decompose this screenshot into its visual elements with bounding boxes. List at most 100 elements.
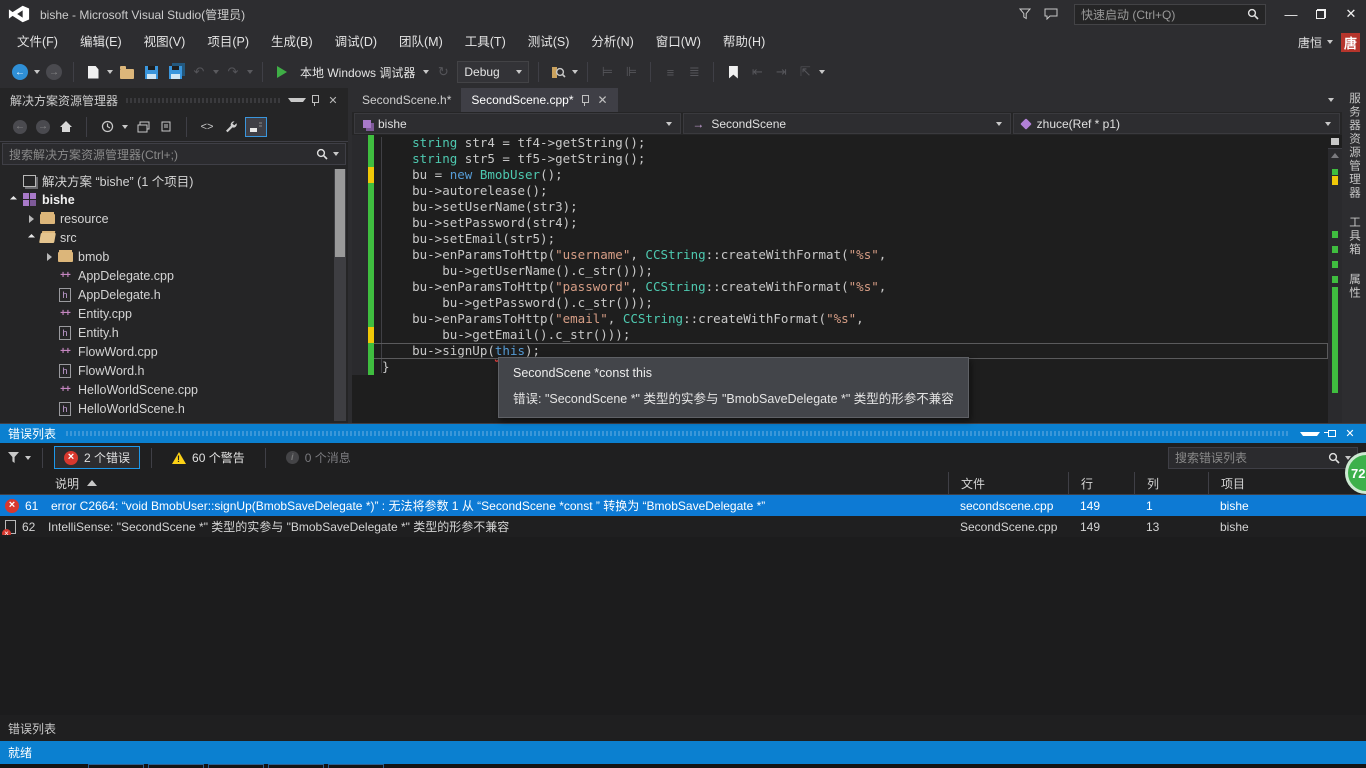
menu-item-F[interactable]: 文件(F)	[6, 31, 69, 53]
scroll-up-icon[interactable]	[1328, 149, 1342, 161]
breakpoint-gutter[interactable]	[352, 151, 368, 167]
tab-error-list[interactable]: 错误列表	[8, 717, 66, 740]
breakpoint-gutter[interactable]	[352, 311, 368, 327]
start-debug-button[interactable]	[272, 61, 292, 83]
scrollbar-thumb[interactable]	[335, 169, 345, 257]
feedback-smiley-icon[interactable]	[1038, 4, 1064, 24]
pin-icon[interactable]	[306, 94, 324, 106]
breakpoint-gutter[interactable]	[352, 295, 368, 311]
tree-item[interactable]: ++FlowWord.cpp	[0, 342, 348, 361]
se-view-code-button[interactable]: <>	[199, 117, 215, 137]
menu-item-P[interactable]: 项目(P)	[196, 31, 260, 53]
se-preview-button[interactable]	[135, 117, 151, 137]
code-line[interactable]: bu = new BmobUser();	[352, 167, 1328, 183]
column-column[interactable]: 列	[1134, 472, 1208, 494]
undo-button[interactable]: ↶	[189, 61, 209, 83]
code-line[interactable]: bu->enParamsToHttp("email", CCString::cr…	[352, 311, 1328, 327]
close-icon[interactable]: ✕	[597, 93, 607, 107]
se-collapse-all-button[interactable]	[245, 117, 267, 137]
minimize-button[interactable]: —	[1276, 3, 1306, 25]
breakpoint-gutter[interactable]	[352, 247, 368, 263]
se-back-button[interactable]: ←	[12, 117, 28, 137]
tab-secondscene-cpp[interactable]: SecondScene.cpp* ✕	[461, 88, 617, 112]
menu-item-E[interactable]: 编辑(E)	[69, 31, 133, 53]
breakpoint-gutter[interactable]	[352, 327, 368, 343]
tree-item[interactable]: resource	[0, 209, 348, 228]
errors-filter-button[interactable]: × 2 个错误	[54, 446, 140, 469]
error-row[interactable]: 62IntelliSense: "SecondScene *" 类型的实参与 "…	[0, 516, 1366, 537]
menu-item-W[interactable]: 窗口(W)	[645, 31, 712, 53]
tree-item[interactable]: src	[0, 228, 348, 247]
comment-button[interactable]: ⊨	[597, 61, 617, 83]
member-dropdown[interactable]: zhuce(Ref * p1)	[1013, 113, 1340, 134]
solution-search-input[interactable]: 搜索解决方案资源管理器(Ctrl+;)	[2, 143, 346, 165]
code-line[interactable]: bu->getPassword().c_str()));	[352, 295, 1328, 311]
breakpoint-gutter[interactable]	[352, 359, 368, 375]
restore-button[interactable]	[1306, 3, 1336, 25]
tree-item[interactable]: hEntity.h	[0, 323, 348, 342]
code-line[interactable]: string str4 = tf4->getString();	[352, 135, 1328, 151]
back-dropdown-icon[interactable]	[34, 70, 40, 74]
side-tab-服务器资源管理器[interactable]: 服务器资源管理器	[1346, 92, 1362, 200]
next-bookmark-button[interactable]: ⇥	[771, 61, 791, 83]
navigate-back-button[interactable]: ←	[10, 61, 30, 83]
decrease-indent-button[interactable]: ≡	[660, 61, 680, 83]
type-dropdown[interactable]: → SecondScene	[683, 113, 1010, 134]
undo-dropdown-icon[interactable]	[213, 70, 219, 74]
uncomment-button[interactable]: ⊫	[621, 61, 641, 83]
signed-in-user[interactable]: 唐恒	[1298, 34, 1333, 51]
column-file[interactable]: 文件	[948, 472, 1068, 494]
column-line[interactable]: 行	[1068, 472, 1134, 494]
project-dropdown[interactable]: bishe	[354, 113, 681, 134]
menu-item-B[interactable]: 生成(B)	[260, 31, 324, 53]
quick-launch-input[interactable]: 快速启动 (Ctrl+Q)	[1074, 4, 1266, 25]
se-properties-button[interactable]	[222, 117, 238, 137]
se-forward-button[interactable]: →	[35, 117, 51, 137]
feedback-filter-icon[interactable]	[1012, 4, 1038, 24]
column-project[interactable]: 项目	[1208, 472, 1366, 494]
code-line[interactable]: string str5 = tf5->getString();	[352, 151, 1328, 167]
editor-scrollbar[interactable]	[1328, 135, 1342, 423]
pin-icon[interactable]	[580, 94, 590, 106]
breakpoint-gutter[interactable]	[352, 231, 368, 247]
menu-item-H[interactable]: 帮助(H)	[712, 31, 776, 53]
find-in-files-button[interactable]	[548, 61, 568, 83]
warnings-filter-button[interactable]: 60 个警告	[163, 446, 254, 469]
tree-item[interactable]: hHelloWorldScene.h	[0, 399, 348, 418]
close-icon[interactable]: ✕	[1340, 427, 1360, 440]
configuration-combo[interactable]: Debug	[457, 61, 529, 83]
debug-target-dropdown-icon[interactable]	[423, 70, 429, 74]
tab-secondscene-h[interactable]: SecondScene.h*	[352, 88, 461, 112]
save-button[interactable]	[141, 61, 161, 83]
toggle-bookmark-button[interactable]	[723, 61, 743, 83]
code-line[interactable]: bu->getEmail().c_str()));	[352, 327, 1328, 343]
code-line[interactable]: bu->setEmail(str5);	[352, 231, 1328, 247]
apply-changes-button[interactable]: ↻	[433, 61, 453, 83]
breakpoint-gutter[interactable]	[352, 343, 368, 359]
tree-item[interactable]: 解决方案 “bishe” (1 个项目)	[0, 171, 348, 190]
menu-item-N[interactable]: 分析(N)	[580, 31, 644, 53]
menu-item-D[interactable]: 调试(D)	[324, 31, 388, 53]
se-sync-selection-button[interactable]	[158, 117, 174, 137]
increase-indent-button[interactable]: ≣	[684, 61, 704, 83]
search-options-icon[interactable]	[333, 152, 339, 156]
breakpoint-gutter[interactable]	[352, 263, 368, 279]
splitter-grip-icon[interactable]	[1328, 135, 1342, 149]
tree-item[interactable]: ++HelloWorldScene.cpp	[0, 380, 348, 399]
search-icon[interactable]	[1247, 8, 1259, 20]
debug-target-label[interactable]: 本地 Windows 调试器	[300, 64, 415, 81]
code-editor[interactable]: string str4 = tf4->getString(); string s…	[352, 135, 1342, 423]
menu-item-S[interactable]: 测试(S)	[517, 31, 581, 53]
tree-item[interactable]: bmob	[0, 247, 348, 266]
chevron-down-icon[interactable]	[122, 125, 128, 129]
chevron-expanded-icon[interactable]	[6, 197, 20, 202]
tree-item[interactable]: hFlowWord.h	[0, 361, 348, 380]
bookmark-overflow-icon[interactable]	[819, 70, 825, 74]
error-list-search-input[interactable]: 搜索错误列表	[1168, 447, 1358, 469]
clear-bookmarks-button[interactable]: ⇱	[795, 61, 815, 83]
messages-filter-button[interactable]: i 0 个消息	[277, 446, 360, 469]
code-line[interactable]: bu->enParamsToHttp("username", CCString:…	[352, 247, 1328, 263]
breakpoint-gutter[interactable]	[352, 167, 368, 183]
error-list-titlebar[interactable]: 错误列表 ✕	[0, 424, 1366, 443]
redo-dropdown-icon[interactable]	[247, 70, 253, 74]
